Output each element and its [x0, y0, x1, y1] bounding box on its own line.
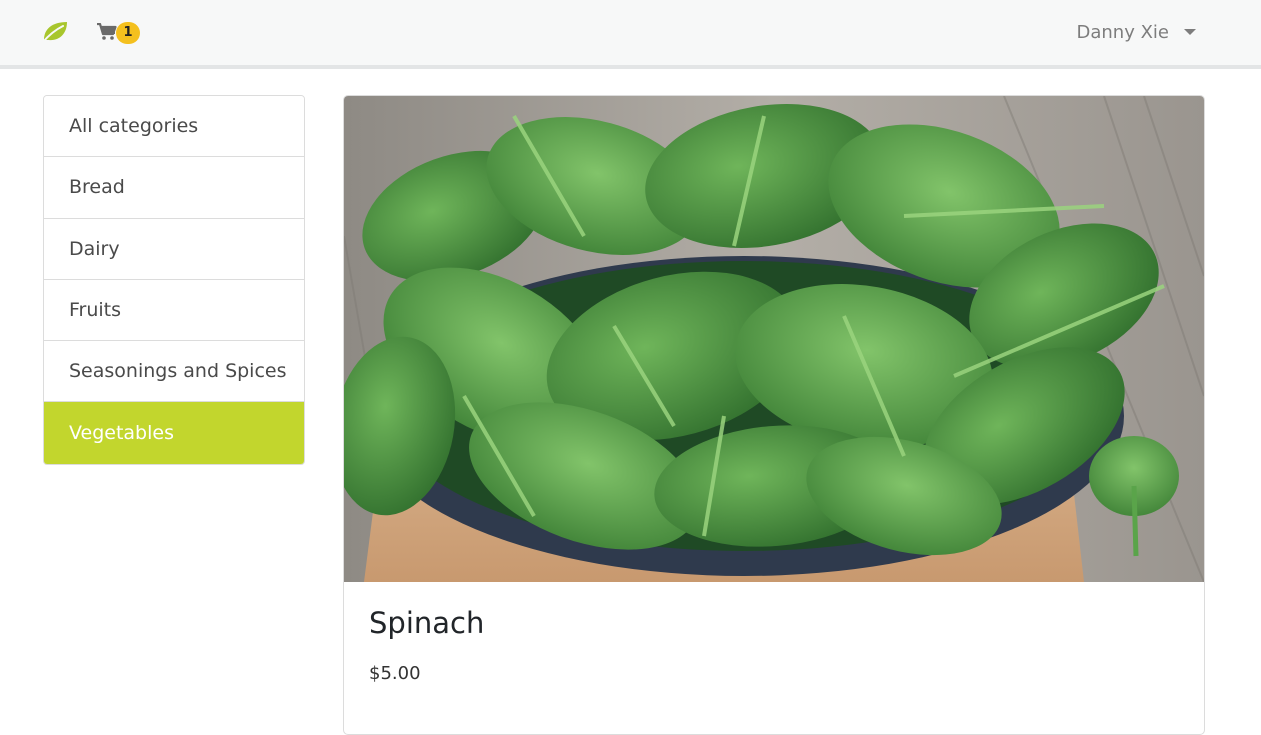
user-menu-dropdown[interactable]: Danny Xie — [1076, 19, 1196, 45]
category-item-bread[interactable]: Bread — [44, 157, 304, 219]
category-item-seasonings[interactable]: Seasonings and Spices — [44, 341, 304, 403]
product-title: Spinach — [369, 606, 485, 640]
category-item-vegetables[interactable]: Vegetables — [44, 402, 304, 464]
cart-count-badge: 1 — [116, 22, 140, 44]
leaf-icon — [42, 22, 67, 43]
category-list: All categories Bread Dairy Fruits Season… — [43, 95, 305, 465]
product-image[interactable] — [344, 96, 1204, 582]
category-item-dairy[interactable]: Dairy — [44, 218, 304, 280]
top-navbar: 1 Danny Xie — [0, 0, 1261, 69]
caret-down-icon — [1184, 29, 1196, 35]
shopping-cart-icon — [97, 23, 117, 40]
category-item-all[interactable]: All categories — [44, 96, 304, 158]
product-card: Spinach $5.00 — [343, 95, 1205, 735]
product-price: $5.00 — [369, 663, 421, 684]
user-name: Danny Xie — [1076, 21, 1170, 43]
brand-logo-link[interactable] — [41, 19, 71, 45]
category-item-fruits[interactable]: Fruits — [44, 279, 304, 342]
